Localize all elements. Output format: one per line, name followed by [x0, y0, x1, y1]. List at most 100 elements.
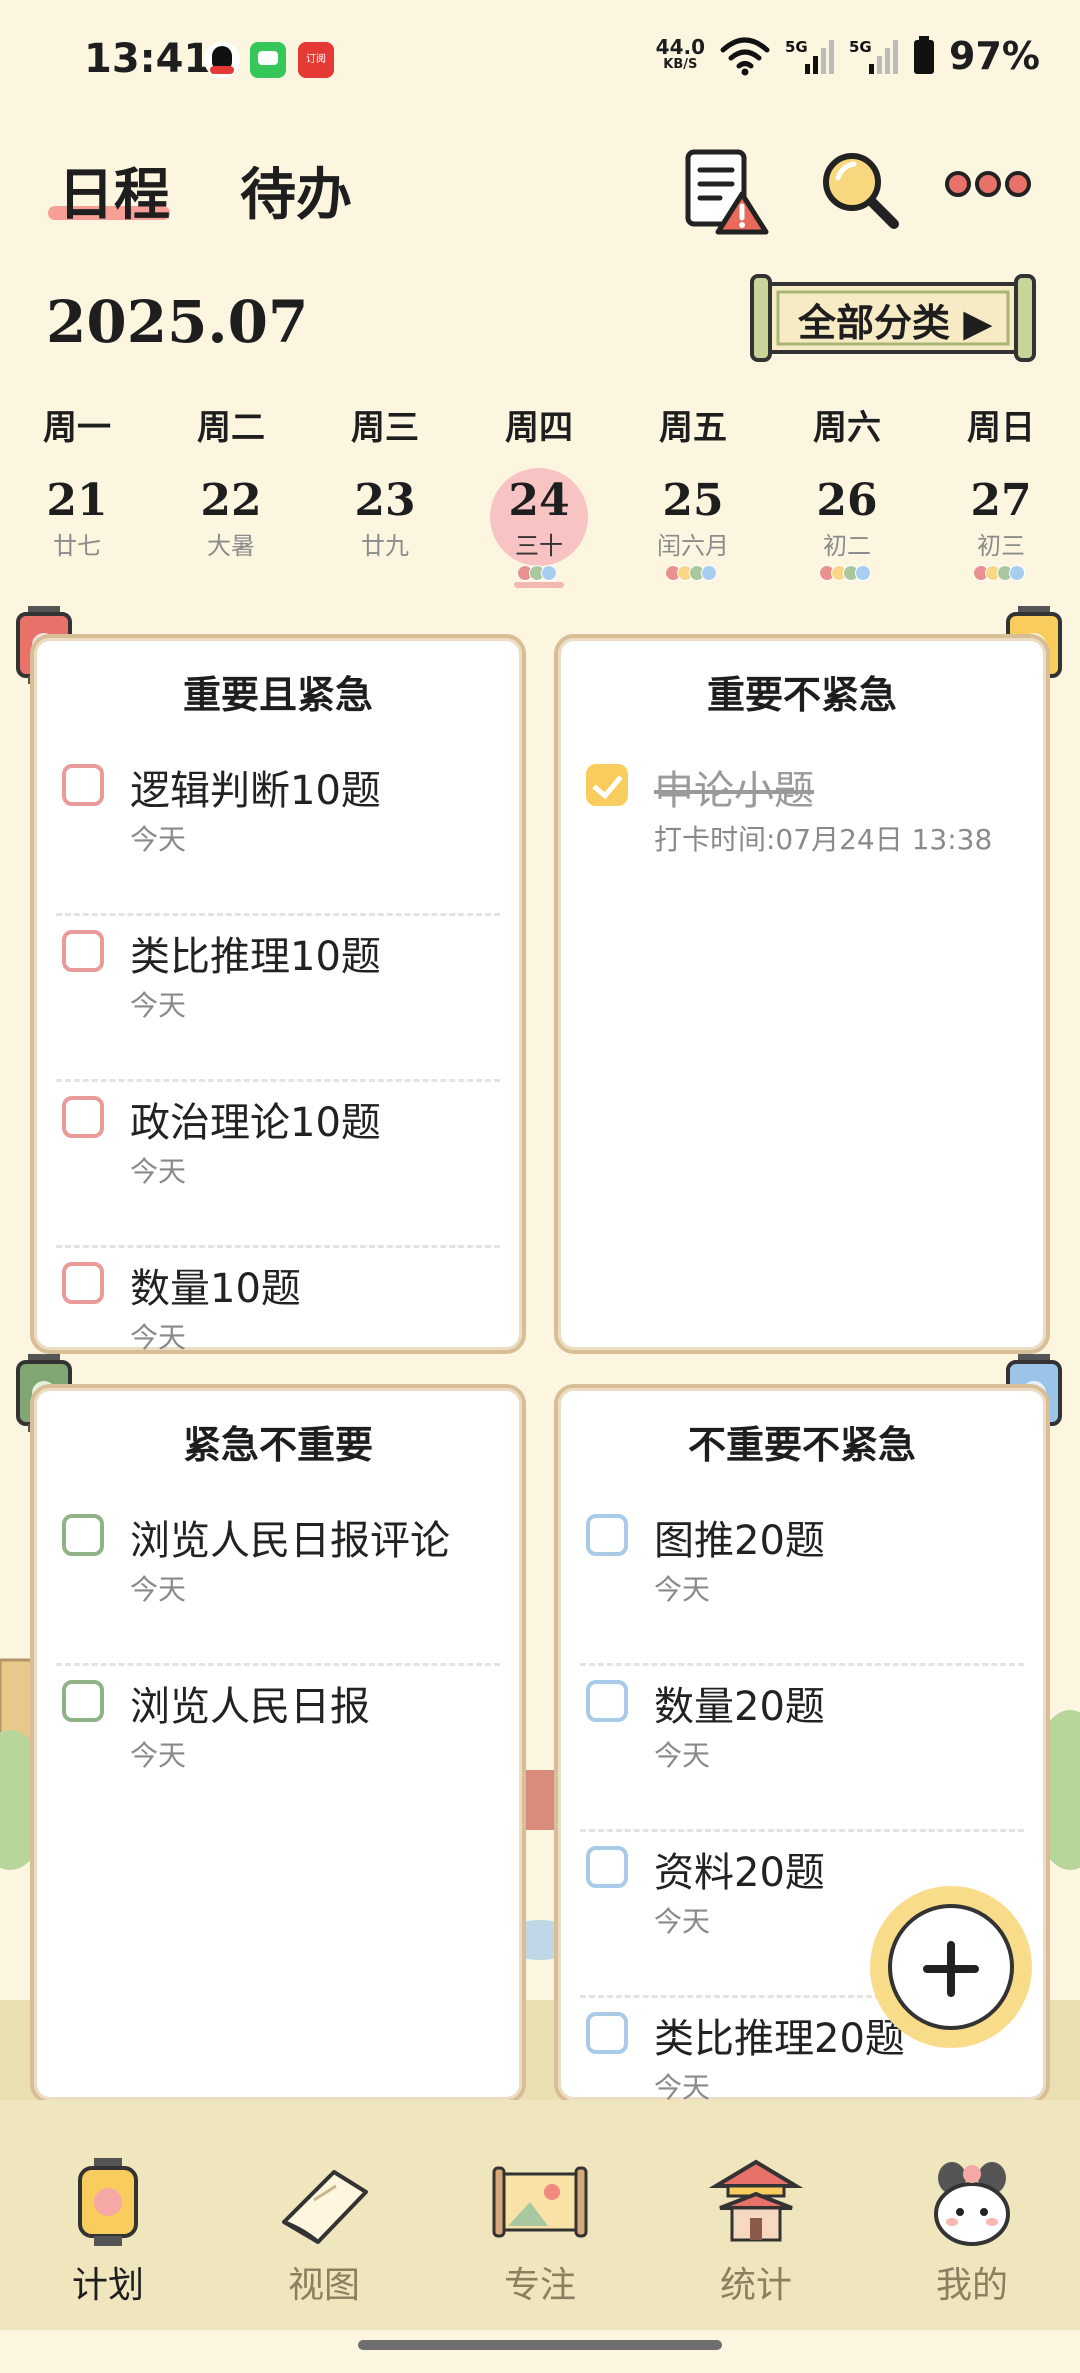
- day-number: 25: [662, 475, 724, 526]
- task-title: 数量10题: [130, 1266, 301, 1312]
- book-icon: [274, 2152, 374, 2252]
- lunar-date: 初二: [823, 532, 871, 560]
- task-checkbox-checked[interactable]: [586, 764, 628, 806]
- task-item[interactable]: 申论小题 打卡时间:07月24日 13:38: [580, 750, 1024, 916]
- task-title: 浏览人民日报: [130, 1684, 370, 1730]
- weekday-label: 周一: [43, 408, 111, 448]
- day-cell[interactable]: 周六 26 初二: [770, 400, 924, 600]
- nav-item[interactable]: 统计: [648, 2100, 864, 2330]
- task-item[interactable]: 浏览人民日报评论 今天: [56, 1500, 500, 1666]
- lunar-date: 闰六月: [657, 532, 729, 560]
- nav-item[interactable]: 视图: [216, 2100, 432, 2330]
- day-cell[interactable]: 周五 25 闰六月: [616, 400, 770, 600]
- tab-todo[interactable]: 待办: [240, 150, 352, 231]
- bunny-avatar-icon: [922, 2152, 1022, 2252]
- search-icon[interactable]: [812, 144, 908, 240]
- task-dots: [616, 565, 770, 581]
- nav-label: 视图: [287, 2265, 360, 2306]
- tab-schedule[interactable]: 日程: [58, 150, 170, 231]
- task-title: 逻辑判断10题: [130, 768, 381, 814]
- nav-item[interactable]: 专注: [432, 2100, 648, 2330]
- task-list: 浏览人民日报评论 今天 浏览人民日报 今天: [56, 1500, 500, 1832]
- nav-item[interactable]: 计划: [0, 2100, 216, 2330]
- quadrant-urgent-not-important[interactable]: 紧急不重要 浏览人民日报评论 今天 浏览人民日报 今天: [30, 1384, 526, 2104]
- task-checkbox[interactable]: [586, 2012, 628, 2054]
- weekday-label: 周五: [659, 408, 727, 448]
- task-dot: [701, 565, 717, 581]
- quadrant-important-urgent[interactable]: 重要且紧急 逻辑判断10题 今天 类比推理10题 今天 政治理论10题 今天 数量10题 今天: [30, 634, 526, 1354]
- day-cell[interactable]: 周日 27 初三: [924, 400, 1078, 600]
- all-categories-label: 全部分类 ▶: [798, 300, 993, 345]
- nav-label: 计划: [71, 2265, 144, 2306]
- pavilion-icon: [706, 2152, 806, 2252]
- task-item[interactable]: 政治理论10题今天: [56, 1082, 500, 1248]
- home-indicator[interactable]: [358, 2340, 722, 2350]
- scroll-painting-icon: [490, 2152, 590, 2252]
- task-checkbox[interactable]: [62, 930, 104, 972]
- weekday-label: 周六: [813, 408, 881, 448]
- task-dots: [770, 565, 924, 581]
- selected-day-bar: [514, 582, 564, 588]
- day-number: 26: [816, 475, 878, 526]
- add-task-button[interactable]: [870, 1886, 1032, 2048]
- nav-label: 统计: [719, 2265, 792, 2306]
- weekday-label: 周日: [967, 408, 1035, 448]
- all-categories-button[interactable]: 全部分类 ▶: [748, 270, 1038, 366]
- status-indicators: 44.0 KB/S 5G 5G 97%: [656, 34, 1040, 78]
- day-cell[interactable]: 周四 24 三十: [462, 400, 616, 600]
- messages-notification-icon: [250, 42, 286, 78]
- lunar-date: 廿七: [53, 532, 101, 560]
- task-due: 今天: [654, 2071, 711, 2104]
- task-dots: [0, 565, 154, 581]
- quadrant-title: 紧急不重要: [182, 1422, 373, 1467]
- task-checkbox[interactable]: [586, 1514, 628, 1556]
- nav-label: 专注: [503, 2265, 576, 2306]
- battery-percent: 97%: [949, 34, 1040, 78]
- task-checkbox[interactable]: [62, 764, 104, 806]
- lunar-date: 大暑: [207, 532, 255, 560]
- quadrant-title: 重要且紧急: [182, 672, 373, 717]
- task-title: 数量20题: [654, 1684, 825, 1730]
- task-dot: [541, 565, 557, 581]
- lunar-date: 初三: [977, 532, 1025, 560]
- quadrant-title: 不重要不紧急: [687, 1422, 916, 1467]
- more-icon[interactable]: [940, 144, 1036, 240]
- wifi-icon: [720, 37, 770, 76]
- task-title: 政治理论10题: [130, 1100, 381, 1146]
- task-dots: [924, 565, 1078, 581]
- quadrant-important-not-urgent[interactable]: 重要不紧急 申论小题 打卡时间:07月24日 13:38: [554, 634, 1050, 1354]
- quadrant-title: 重要不紧急: [706, 672, 897, 717]
- task-item[interactable]: 浏览人民日报 今天: [56, 1666, 500, 1832]
- notes-warning-icon[interactable]: [680, 144, 776, 240]
- day-number: 27: [970, 475, 1032, 526]
- day-cell[interactable]: 周三 23 廿九: [308, 400, 462, 600]
- task-dot: [855, 565, 871, 581]
- signal-1-icon: 5G: [785, 38, 835, 74]
- task-item[interactable]: 图推20题 今天: [580, 1500, 1024, 1666]
- task-dots: [154, 565, 308, 581]
- task-checkbox[interactable]: [586, 1680, 628, 1722]
- day-number: 21: [46, 475, 108, 526]
- nav-item[interactable]: 我的: [864, 2100, 1080, 2330]
- task-item[interactable]: 数量20题 今天: [580, 1666, 1024, 1832]
- task-item[interactable]: 类比推理10题 今天: [56, 916, 500, 1082]
- task-due: 今天: [130, 1573, 187, 1606]
- task-checkbox[interactable]: [62, 1096, 104, 1138]
- task-checkbox[interactable]: [62, 1514, 104, 1556]
- day-cell[interactable]: 周一 21 廿七: [0, 400, 154, 600]
- task-checkbox[interactable]: [62, 1262, 104, 1304]
- day-number: 24: [508, 475, 570, 526]
- task-title: 申论小题: [654, 768, 814, 814]
- day-cell[interactable]: 周二 22 大暑: [154, 400, 308, 600]
- task-title: 类比推理10题: [130, 934, 381, 980]
- task-checkbox[interactable]: [62, 1680, 104, 1722]
- task-item[interactable]: 数量10题 今天: [56, 1248, 500, 1350]
- task-item[interactable]: 逻辑判断10题 今天: [56, 750, 500, 916]
- task-title: 图推20题: [654, 1518, 825, 1564]
- task-title: 资料20题: [654, 1850, 825, 1896]
- task-checkbox[interactable]: [586, 1846, 628, 1888]
- task-due: 今天: [130, 1155, 187, 1188]
- task-dots: [308, 565, 462, 581]
- day-number: 22: [200, 475, 262, 526]
- nav-label: 我的: [935, 2265, 1008, 2306]
